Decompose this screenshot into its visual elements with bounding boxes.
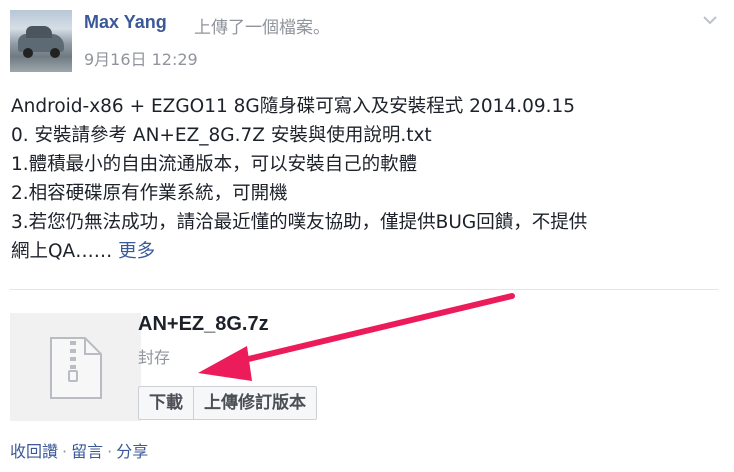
comment-link[interactable]: 留言 [71, 442, 103, 461]
avatar[interactable] [10, 10, 72, 72]
post-body-line: 1.體積最小的自由流通版本，可以安裝自己的軟體 [11, 154, 418, 175]
post-timestamp[interactable]: 9月16日 12:29 [84, 46, 198, 70]
file-button-group: 下載 上傳修訂版本 [138, 386, 317, 420]
post-body-line: 2.相容硬碟原有作業系統，可開機 [11, 183, 288, 204]
file-type-label: 封存 [138, 348, 171, 367]
post-action-text: 上傳了一個檔案。 [194, 18, 330, 38]
post-body-line: 網上QA…… [11, 241, 113, 262]
see-more-link[interactable]: 更多 [118, 241, 155, 262]
post-body-line: Android-x86 + EZGO11 8G隨身碟可寫入及安裝程式 2014.… [11, 96, 576, 117]
separator: · [107, 442, 113, 461]
post-body: Android-x86 + EZGO11 8G隨身碟可寫入及安裝程式 2014.… [11, 92, 723, 266]
wheel [50, 48, 60, 58]
upload-revision-button[interactable]: 上傳修訂版本 [193, 387, 316, 419]
post-body-last-line: 網上QA…… 更多 [11, 237, 723, 266]
unlike-link[interactable]: 收回讚 [10, 442, 58, 461]
post-actions: 收回讚 · 留言 · 分享 [10, 438, 148, 462]
file-thumbnail[interactable] [10, 313, 141, 421]
post-body-line: 0. 安裝請參考 AN+EZ_8G.7Z 安裝與使用說明.txt [11, 125, 432, 146]
post-body-line: 3.若您仍無法成功，請洽最近懂的噗友協助，僅提供BUG回饋，不提供 [11, 212, 588, 233]
zip-file-icon [50, 337, 102, 399]
feed-post: Max Yang 上傳了一個檔案。 9月16日 12:29 Android-x8… [0, 0, 734, 472]
download-button[interactable]: 下載 [139, 387, 193, 419]
author-name[interactable]: Max Yang [84, 12, 167, 33]
file-name-link[interactable]: AN+EZ_8G.7z [138, 313, 269, 336]
share-link[interactable]: 分享 [116, 442, 148, 461]
separator: · [62, 442, 68, 461]
divider [10, 289, 718, 290]
wheel [23, 48, 33, 58]
chevron-down-icon[interactable] [700, 12, 720, 28]
